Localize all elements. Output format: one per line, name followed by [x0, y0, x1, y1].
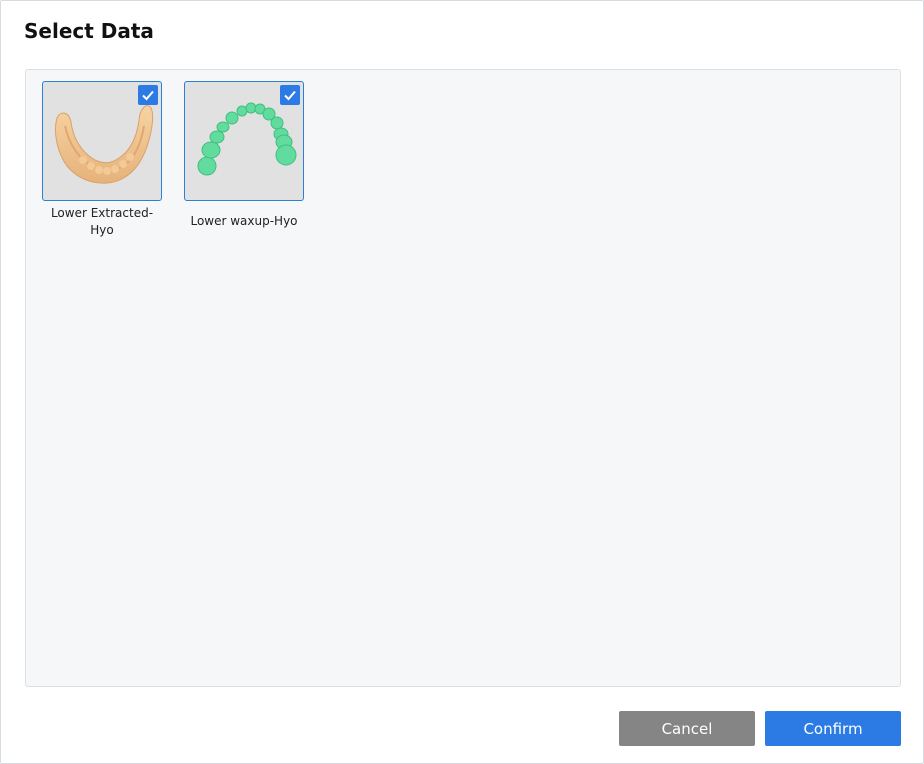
data-item-label: Lower waxup-Hyo — [190, 214, 298, 228]
data-item-lower-extracted[interactable]: Lower Extracted- Hyo — [41, 81, 163, 239]
data-item-lower-waxup[interactable]: Lower waxup-Hyo — [183, 81, 305, 230]
data-list-panel: Lower Extracted- Hyo Lower waxup-Hyo — [25, 69, 901, 687]
data-item-label-line: Lower Extracted- — [50, 206, 154, 220]
selected-checkbox[interactable] — [280, 85, 300, 105]
confirm-button[interactable]: Confirm — [765, 711, 901, 746]
check-icon — [284, 90, 296, 101]
cancel-button[interactable]: Cancel — [619, 711, 755, 746]
select-data-dialog: Select Data Lower Extracted- Hyo Lower w… — [0, 0, 924, 764]
data-item-label-line: Hyo — [90, 223, 114, 237]
data-item-label: Lower Extracted- Hyo — [41, 205, 163, 239]
data-thumbnail[interactable] — [42, 81, 162, 201]
dialog-title: Select Data — [24, 19, 154, 43]
selected-checkbox[interactable] — [138, 85, 158, 105]
data-thumbnail[interactable] — [184, 81, 304, 201]
check-icon — [142, 90, 154, 101]
